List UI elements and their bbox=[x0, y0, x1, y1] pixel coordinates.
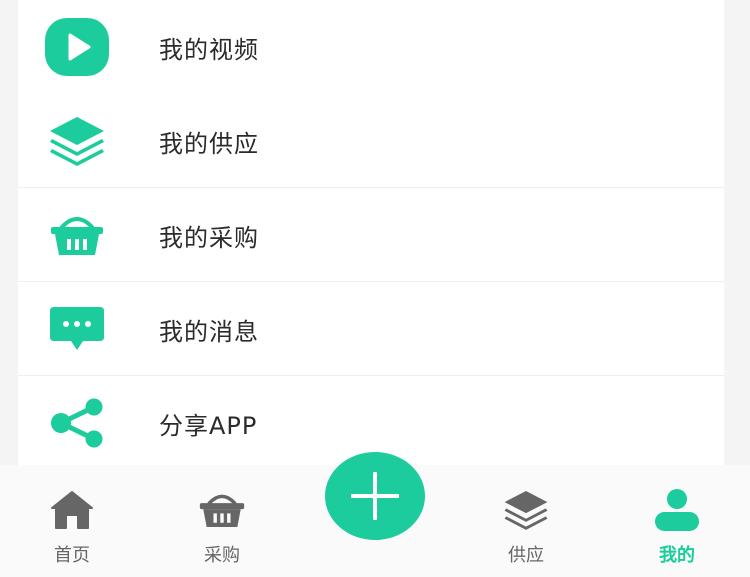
play-video-icon bbox=[44, 14, 110, 80]
tab-label: 我的 bbox=[659, 545, 695, 566]
menu-item-label: 分享APP bbox=[159, 411, 258, 440]
menu-item-label: 我的视频 bbox=[159, 35, 259, 64]
add-button[interactable] bbox=[325, 452, 425, 540]
menu-item-supply[interactable]: 我的供应 bbox=[18, 94, 724, 188]
basket-icon bbox=[199, 487, 245, 533]
tab-label: 采购 bbox=[204, 545, 240, 566]
tab-home[interactable]: 首页 bbox=[22, 465, 122, 577]
chat-bubble-icon bbox=[44, 296, 110, 362]
menu-item-videos[interactable]: 我的视频 bbox=[18, 0, 724, 94]
tab-mine[interactable]: 我的 bbox=[627, 465, 727, 577]
tab-label: 首页 bbox=[54, 545, 90, 566]
menu-list: 我的视频 我的供应 我的采购 我的消息 分享APP bbox=[18, 0, 724, 470]
basket-icon bbox=[44, 202, 110, 268]
home-icon bbox=[49, 487, 95, 533]
menu-item-label: 我的采购 bbox=[159, 223, 259, 252]
menu-item-label: 我的供应 bbox=[159, 129, 259, 158]
layers-icon bbox=[503, 487, 549, 533]
menu-item-messages[interactable]: 我的消息 bbox=[18, 282, 724, 376]
plus-icon bbox=[347, 468, 403, 524]
tab-supply[interactable]: 供应 bbox=[476, 465, 576, 577]
menu-item-purchase[interactable]: 我的采购 bbox=[18, 188, 724, 282]
user-icon bbox=[654, 487, 700, 533]
tab-purchase[interactable]: 采购 bbox=[172, 465, 272, 577]
share-icon bbox=[44, 390, 110, 456]
layers-icon bbox=[44, 108, 110, 174]
menu-item-label: 我的消息 bbox=[159, 317, 259, 346]
profile-page: 我的视频 我的供应 我的采购 我的消息 分享APP 首页 采购 供应 我的 bbox=[0, 0, 750, 577]
tab-label: 供应 bbox=[508, 545, 544, 566]
